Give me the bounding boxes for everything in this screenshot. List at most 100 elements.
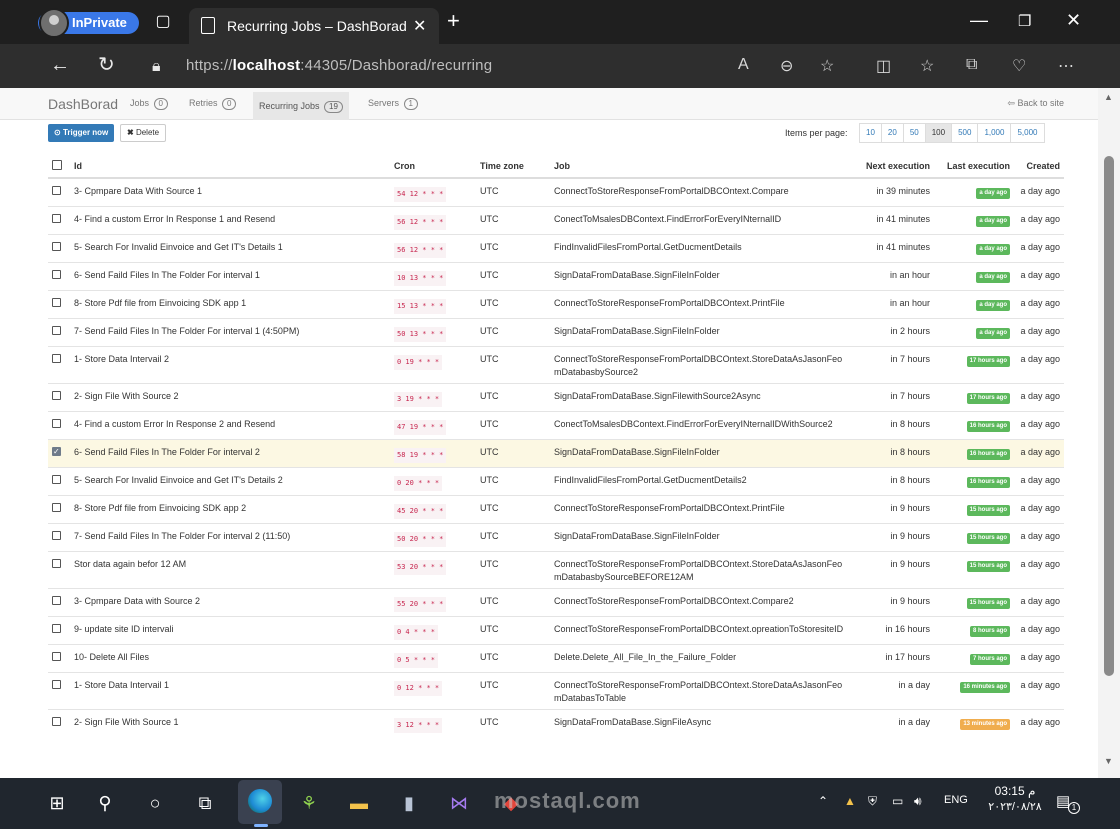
new-tab-icon[interactable]: +	[447, 10, 460, 32]
table-row[interactable]: Stor data again befor 12 AM 53 20 * * * UT…	[48, 551, 1064, 589]
browser-essentials-icon[interactable]: ♡	[1012, 56, 1026, 76]
page-scrollbar[interactable]: ▲ ▼	[1098, 88, 1120, 778]
page-size-option[interactable]: 500	[951, 123, 979, 143]
col-created[interactable]: Created	[1014, 154, 1064, 179]
table-row[interactable]: 8- Store Pdf file from Einvoicing SDK ap…	[48, 290, 1064, 319]
row-checkbox[interactable]	[52, 624, 61, 634]
delete-button[interactable]: ✖ Delete	[120, 124, 167, 142]
cortana-circle-icon[interactable]: ○	[142, 790, 168, 816]
select-all-checkbox[interactable]	[52, 160, 62, 171]
last-execution-badge[interactable]: a day ago	[976, 188, 1010, 199]
col-last-execution[interactable]: Last execution	[934, 154, 1014, 179]
table-row[interactable]: 6- Send Faild Files In The Folder For in…	[48, 262, 1064, 291]
row-checkbox[interactable]	[52, 391, 61, 401]
row-checkbox[interactable]	[52, 298, 61, 308]
nav-jobs[interactable]: Jobs 0	[130, 98, 168, 110]
tray-app-icon[interactable]: ▲	[844, 794, 856, 808]
search-icon[interactable]: ⚲	[92, 790, 118, 816]
table-row[interactable]: 10- Delete All Files 0 5 * * * UTC Delete.D…	[48, 644, 1064, 673]
windows-start-icon[interactable]: ⊞	[44, 790, 70, 816]
notepad-app-icon[interactable]: ▮	[396, 790, 422, 816]
file-explorer-icon[interactable]: ▬	[346, 790, 372, 816]
col-id[interactable]: Id	[70, 154, 390, 179]
task-view-icon[interactable]: ⧉	[192, 790, 218, 816]
edge-browser-icon[interactable]	[238, 780, 282, 824]
row-checkbox[interactable]	[52, 475, 61, 485]
last-execution-badge[interactable]: 15 hours ago	[966, 598, 1010, 609]
row-checkbox[interactable]	[52, 419, 61, 429]
page-size-option[interactable]: 10	[859, 123, 882, 143]
window-close-icon[interactable]: ✕	[1066, 10, 1081, 31]
table-row[interactable]: 4- Find a custom Error In Response 2 and…	[48, 411, 1064, 440]
page-size-option[interactable]: 20	[880, 123, 904, 143]
refresh-icon[interactable]: ↻	[98, 55, 115, 75]
url-field[interactable]: https://localhost:44305/Dashborad/recurr…	[186, 57, 492, 74]
last-execution-badge[interactable]: 16 hours ago	[966, 477, 1010, 488]
page-size-option[interactable]: 1,000	[977, 123, 1012, 143]
last-execution-badge[interactable]: 16 hours ago	[966, 421, 1010, 432]
table-row[interactable]: 3- Cpmpare Data With Source 1 54 12 * * *…	[48, 177, 1064, 207]
table-row[interactable]: 3- Cpmpare Data with Source 2 55 20 * * *…	[48, 588, 1064, 617]
last-execution-badge[interactable]: 17 hours ago	[966, 356, 1010, 367]
favorites-icon[interactable]: ☆	[920, 56, 934, 76]
minimize-icon[interactable]: —	[970, 10, 988, 31]
row-checkbox[interactable]	[52, 326, 61, 336]
network-icon[interactable]: ▭	[892, 794, 903, 808]
col-next-execution[interactable]: Next execution	[852, 154, 934, 179]
table-row[interactable]: 4- Find a custom Error In Response 1 and…	[48, 206, 1064, 235]
back-arrow-icon[interactable]: ←	[50, 55, 70, 75]
last-execution-badge[interactable]: 17 hours ago	[966, 393, 1010, 404]
col-cron[interactable]: Cron	[390, 154, 476, 179]
col-timezone[interactable]: Time zone	[476, 154, 550, 179]
table-row[interactable]: 1- Store Data Intervail 1 0 12 * * * UTC Co…	[48, 672, 1064, 710]
tray-shield-icon[interactable]: ⛨	[868, 794, 877, 809]
visual-studio-icon[interactable]: ⋈	[446, 790, 472, 816]
last-execution-badge[interactable]: a day ago	[976, 272, 1010, 283]
last-execution-badge[interactable]: 8 hours ago	[969, 626, 1010, 637]
dashboard-brand[interactable]: DashBorad	[48, 96, 118, 112]
page-size-option[interactable]: 100	[924, 123, 953, 143]
trigger-now-button[interactable]: ⊙ Trigger now	[48, 124, 115, 142]
scroll-down-icon[interactable]: ▼	[1104, 756, 1113, 766]
table-row[interactable]: 6- Send Faild Files In The Folder For in…	[48, 439, 1064, 468]
last-execution-badge[interactable]: 15 hours ago	[966, 533, 1010, 544]
table-row[interactable]: 9- update site ID intervali 0 4 * * * UTC C…	[48, 616, 1064, 645]
table-row[interactable]: 1- Store Data Intervail 2 0 19 * * * UTC Co…	[48, 346, 1064, 384]
table-row[interactable]: 2- Sign File With Source 2 3 19 * * * UTC S…	[48, 383, 1064, 412]
table-row[interactable]: 5- Search For Invalid Einvoice and Get I…	[48, 467, 1064, 496]
page-size-option[interactable]: 5,000	[1010, 123, 1045, 143]
row-checkbox[interactable]	[52, 214, 61, 224]
restore-icon[interactable]: ❐	[1018, 12, 1031, 30]
inprivate-badge[interactable]: InPrivate	[38, 8, 139, 38]
collections-icon[interactable]: ⧉	[966, 56, 977, 74]
favorite-star-icon[interactable]: ☆	[820, 56, 834, 76]
row-checkbox[interactable]	[52, 503, 61, 513]
lock-icon[interactable]: 🔒︎	[152, 57, 161, 77]
table-row[interactable]: 7- Send Faild Files In The Folder For in…	[48, 523, 1064, 552]
last-execution-badge[interactable]: 7 hours ago	[969, 654, 1010, 665]
last-execution-badge[interactable]: 15 hours ago	[966, 561, 1010, 572]
nav-recurring-jobs[interactable]: Recurring Jobs 19	[253, 92, 349, 120]
nav-servers[interactable]: Servers 1	[368, 98, 418, 110]
browser-tab-active[interactable]: Recurring Jobs – DashBorad ✕	[189, 8, 439, 44]
row-checkbox[interactable]	[52, 680, 61, 690]
row-checkbox[interactable]	[52, 559, 61, 569]
tab-actions-icon[interactable]: ▢	[154, 13, 172, 31]
read-aloud-icon[interactable]: A	[738, 56, 749, 74]
table-row[interactable]: 8- Store Pdf file from Einvoicing SDK ap…	[48, 495, 1064, 524]
row-checkbox[interactable]	[52, 270, 61, 280]
app-icon-green[interactable]: ⚘	[296, 790, 322, 816]
last-execution-badge[interactable]: 15 hours ago	[966, 505, 1010, 516]
row-checkbox[interactable]	[52, 717, 61, 727]
last-execution-badge[interactable]: a day ago	[976, 300, 1010, 311]
more-options-icon[interactable]: ⋯	[1058, 56, 1074, 76]
volume-icon[interactable]: 🔊︎	[914, 794, 922, 809]
last-execution-badge[interactable]: 16 hours ago	[966, 449, 1010, 460]
last-execution-badge[interactable]: a day ago	[976, 328, 1010, 339]
row-checkbox[interactable]	[52, 242, 61, 252]
row-checkbox[interactable]	[52, 531, 61, 541]
tab-close-icon[interactable]: ✕	[413, 16, 426, 36]
system-clock[interactable]: 03:15 م ٢٠٢٣/٠٨/٢٨	[986, 783, 1044, 815]
tray-chevron-icon[interactable]: ⌃	[818, 794, 828, 808]
last-execution-badge[interactable]: a day ago	[976, 216, 1010, 227]
